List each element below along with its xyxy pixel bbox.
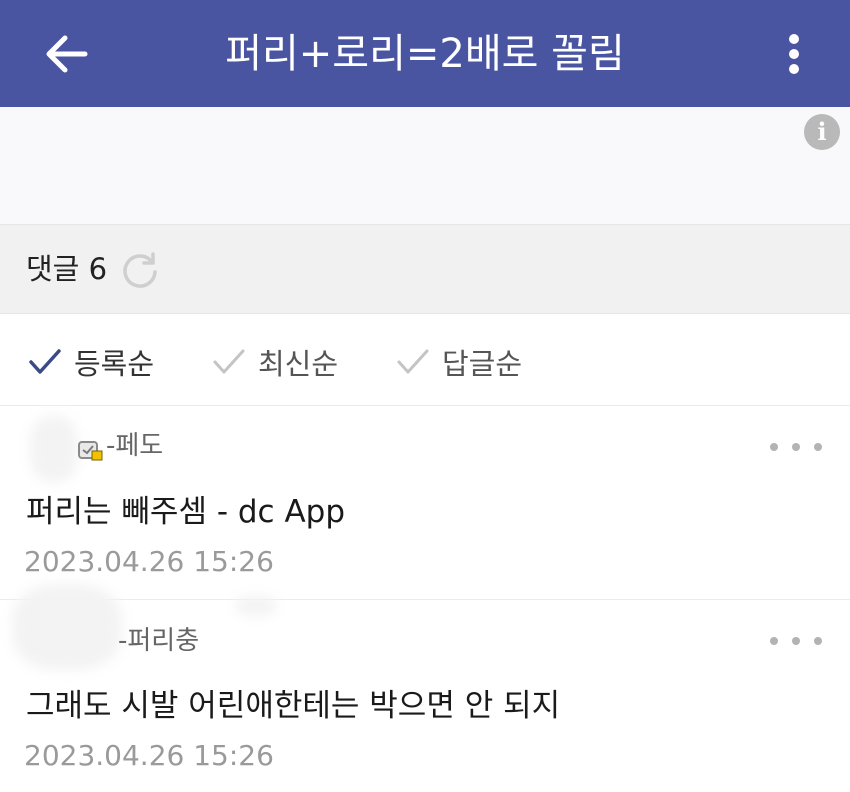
ad-banner: [0, 107, 850, 224]
sort-option-replies[interactable]: 답글순: [396, 340, 522, 384]
info-icon[interactable]: i: [804, 114, 840, 150]
comment-text: 그래도 시발 어린애한테는 박으면 안 되지: [26, 688, 561, 724]
comment-date: 2023.04.26 15:26: [24, 545, 274, 578]
sort-option-registered[interactable]: 등록순: [28, 340, 154, 384]
avatar: [12, 584, 122, 670]
comment-date: 2023.04.26 15:26: [24, 739, 274, 772]
comment-nickname[interactable]: -퍼리충: [118, 624, 199, 658]
comment-count-label: 댓글 6: [26, 252, 108, 286]
avatar: [30, 416, 78, 482]
dot: [792, 637, 800, 645]
more-vertical-icon: [789, 34, 799, 74]
comment-more-button[interactable]: [770, 437, 822, 457]
dot: [792, 443, 800, 451]
dot: [814, 443, 822, 451]
page-title: 퍼리+로리=2배로 꼴림: [225, 31, 625, 77]
check-icon: [29, 349, 61, 374]
dot: [770, 637, 778, 645]
back-button[interactable]: [40, 28, 92, 80]
dot: [814, 637, 822, 645]
refresh-icon[interactable]: [120, 250, 160, 290]
comment-nickname[interactable]: -페도: [106, 429, 163, 463]
more-menu-button[interactable]: [770, 28, 818, 80]
comment-more-button[interactable]: [770, 631, 822, 651]
blurred-region: [236, 596, 276, 616]
arrow-left-icon: [46, 35, 88, 73]
check-icon: [397, 349, 429, 374]
comment-text: 퍼리는 빼주셈 - dc App: [26, 494, 346, 530]
sort-option-label: 최신순: [258, 347, 339, 381]
check-icon: [213, 349, 245, 374]
sort-option-label: 등록순: [74, 347, 155, 381]
dot: [770, 443, 778, 451]
user-badge-icon: [78, 441, 103, 461]
sort-option-latest[interactable]: 최신순: [212, 340, 338, 384]
sort-option-label: 답글순: [442, 347, 523, 381]
